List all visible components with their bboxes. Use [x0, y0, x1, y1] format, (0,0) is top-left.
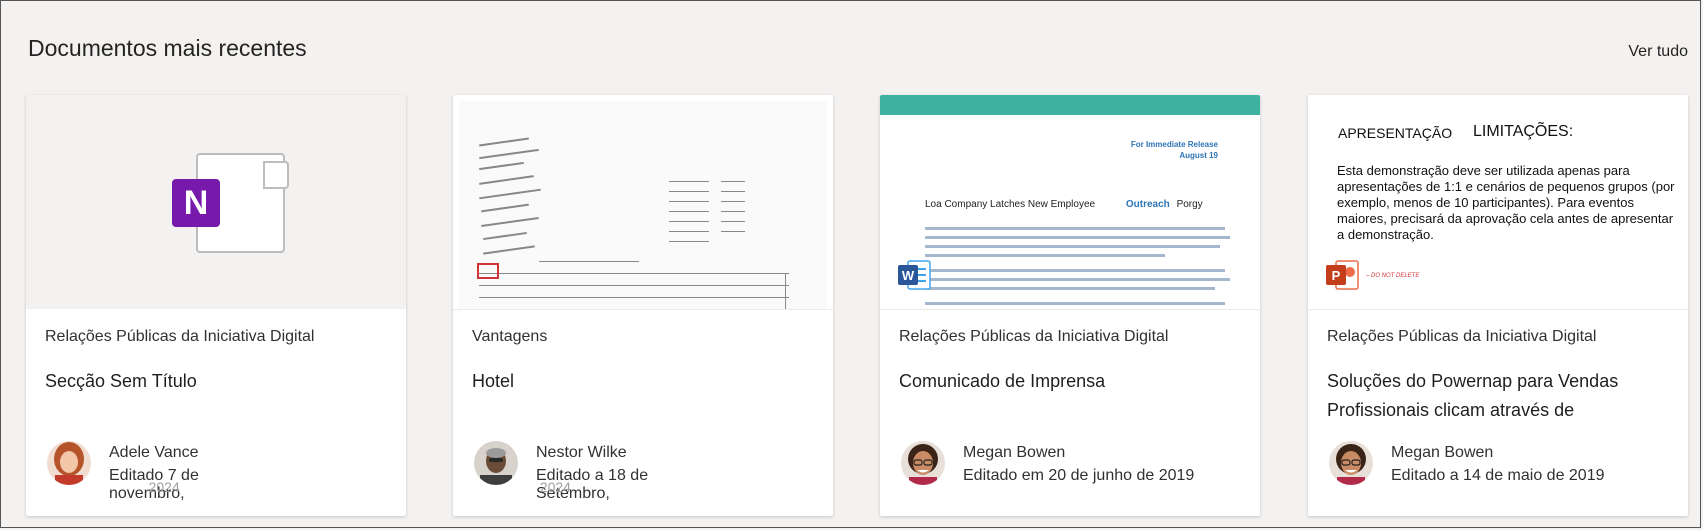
slide-tag: – DO NOT DELETE — [1366, 273, 1420, 279]
doc-heading-a: Loa Company Latches New Employee — [925, 199, 1096, 210]
author-name[interactable]: Nestor Wilke — [536, 444, 627, 462]
edited-year: 2024 — [148, 479, 180, 495]
recent-documents-panel: Documentos mais recentes Ver tudo N Rela… — [0, 0, 1701, 528]
author-name[interactable]: Megan Bowen — [1391, 444, 1493, 462]
edited-year: 2024 — [539, 479, 571, 495]
doc-heading-c: Porgy — [1176, 199, 1203, 210]
document-title[interactable]: Soluções do Powernap para Vendas Profiss… — [1327, 367, 1672, 425]
site-name[interactable]: Relações Públicas da Iniciativa Digital — [1327, 328, 1596, 346]
doc-heading-b: Outreach — [1125, 199, 1170, 210]
document-title[interactable]: Comunicado de Imprensa — [899, 367, 1244, 396]
avatar — [47, 441, 91, 485]
document-thumbnail: For Immediate Release August 19 Loa Comp… — [880, 95, 1260, 310]
release-date: August 19 — [1179, 151, 1218, 160]
slide-body: Esta demonstração deve ser utilizada ape… — [1337, 163, 1675, 242]
document-thumbnail: APRESENTAÇÃO LIMITAÇÕES: Esta demonstraç… — [1308, 95, 1688, 310]
avatar — [474, 441, 518, 485]
edited-date: Editado 7 de novembro,2024 — [109, 467, 274, 503]
document-thumbnail: N — [26, 95, 406, 309]
site-name[interactable]: Relações Públicas da Iniciativa Digital — [899, 328, 1168, 346]
document-card-2[interactable]: Vantagens Hotel Nestor Wilke Editado a 1… — [453, 95, 833, 516]
onenote-icon: N — [172, 179, 220, 227]
edited-date: Editado a 14 de maio de 2019 — [1391, 467, 1605, 484]
document-card-4[interactable]: APRESENTAÇÃO LIMITAÇÕES: Esta demonstraç… — [1308, 95, 1688, 516]
section-title: Documentos mais recentes — [28, 35, 307, 61]
release-label: For Immediate Release — [1130, 140, 1218, 149]
document-card-3[interactable]: For Immediate Release August 19 Loa Comp… — [880, 95, 1260, 516]
receipt-image — [459, 101, 827, 309]
word-icon: W — [898, 260, 931, 290]
edited-date: Editado a 18 de Setembro,2024 — [536, 467, 688, 503]
slide-label: APRESENTAÇÃO — [1338, 125, 1453, 141]
edited-date: Editado em 20 de junho de 2019 — [963, 467, 1195, 484]
page-tab-shape — [263, 161, 289, 189]
author-name[interactable]: Adele Vance — [109, 444, 199, 462]
document-card-1[interactable]: N Relações Públicas da Iniciativa Digita… — [26, 95, 406, 516]
slide-heading: LIMITAÇÕES: — [1473, 123, 1574, 140]
pdf-icon — [477, 263, 499, 279]
svg-text:W: W — [902, 268, 915, 283]
document-title[interactable]: Secção Sem Título — [45, 367, 390, 396]
site-name[interactable]: Vantagens — [472, 328, 547, 346]
header-band — [880, 95, 1260, 115]
doc-heading: Loa Company Latches New Employee Outreac… — [925, 199, 1203, 210]
avatar — [901, 441, 945, 485]
svg-text:P: P — [1332, 268, 1341, 283]
see-all-link[interactable]: Ver tudo — [1628, 43, 1688, 61]
powerpoint-icon: P — [1326, 260, 1359, 290]
document-title[interactable]: Hotel — [472, 367, 817, 396]
release-text: For Immediate Release August 19 — [1131, 139, 1218, 161]
author-name[interactable]: Megan Bowen — [963, 444, 1065, 462]
document-thumbnail — [453, 95, 833, 310]
avatar — [1329, 441, 1373, 485]
site-name[interactable]: Relações Públicas da Iniciativa Digital — [45, 328, 314, 346]
